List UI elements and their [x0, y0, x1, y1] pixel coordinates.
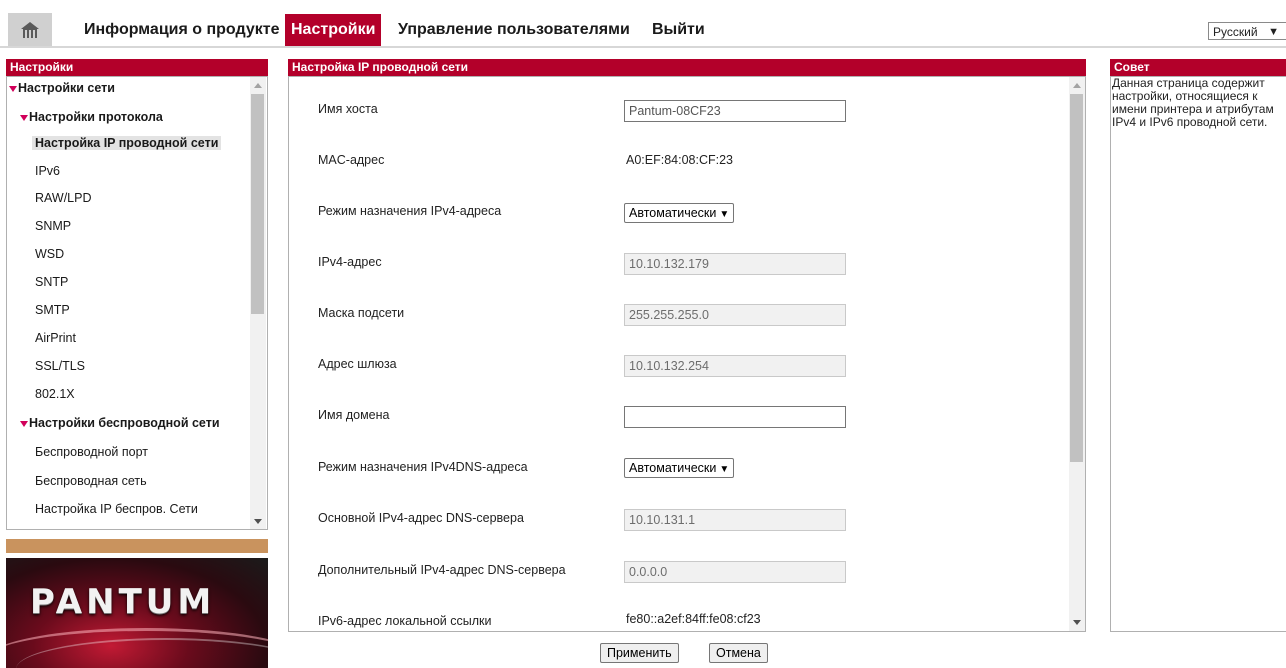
main-panel-title: Настройка IP проводной сети: [288, 59, 1086, 76]
expand-arrow-icon: [9, 85, 17, 92]
tree-item-network-settings[interactable]: Настройки сети: [9, 81, 115, 95]
tree-item-ipv6[interactable]: IPv6: [35, 164, 60, 178]
tree-item-wsd[interactable]: WSD: [35, 247, 64, 261]
tip-panel: [1110, 76, 1286, 632]
mac-address-label: MAC-адрес: [318, 153, 385, 167]
pantum-logo: PANTUM: [6, 558, 268, 668]
tree-item-ssl-tls[interactable]: SSL/TLS: [35, 359, 85, 373]
ipv4-mode-select[interactable]: Автоматически ▼: [624, 203, 735, 223]
ipv4-dns-mode-label: Режим назначения IPv4DNS-адреса: [318, 460, 528, 474]
language-select[interactable]: Русский ▼: [1208, 22, 1286, 40]
tree-item-wireless-ip[interactable]: Настройка IP беспров. Сети: [35, 502, 198, 516]
scroll-up-arrow-icon[interactable]: [254, 83, 262, 88]
gateway-input[interactable]: 10.10.132.254: [624, 355, 846, 377]
ipv4-dns-mode-select-value: Автоматически: [629, 461, 717, 475]
left-panel-title: Настройки: [6, 59, 268, 76]
gateway-label: Адрес шлюза: [318, 357, 397, 371]
secondary-dns-label: Дополнительный IPv4-адрес DNS-сервера: [318, 563, 566, 577]
cancel-button[interactable]: Отмена: [709, 643, 768, 663]
primary-dns-label: Основной IPv4-адрес DNS-сервера: [318, 511, 524, 525]
tree-item-wireless-network[interactable]: Беспроводная сеть: [35, 474, 147, 488]
expand-arrow-icon: [20, 114, 28, 121]
scroll-up-arrow-icon[interactable]: [1073, 83, 1081, 88]
subnet-mask-label: Маска подсети: [318, 306, 405, 320]
nav-divider: [0, 46, 1286, 48]
home-icon: [21, 22, 39, 38]
tree-item-smtp[interactable]: SMTP: [35, 303, 70, 317]
ipv4-mode-label: Режим назначения IPv4-адреса: [318, 204, 502, 218]
secondary-dns-input[interactable]: 0.0.0.0: [624, 561, 846, 583]
logo-divider-bar: [6, 539, 268, 553]
chevron-down-icon: ▼: [719, 209, 730, 220]
tree-item-sntp[interactable]: SNTP: [35, 275, 68, 289]
tree-item-protocol-settings[interactable]: Настройки протокола: [20, 110, 163, 124]
scroll-down-arrow-icon[interactable]: [1073, 620, 1081, 625]
nav-logout[interactable]: Выйти: [646, 14, 711, 46]
top-navigation-bar: Информация о продукте Настройки Управлен…: [0, 6, 1286, 47]
tree-item-label: Настройки протокола: [29, 110, 163, 124]
language-select-value: Русский: [1213, 25, 1258, 39]
primary-dns-input[interactable]: 10.10.131.1: [624, 509, 846, 531]
form-scrollbar-thumb[interactable]: [1070, 94, 1083, 462]
tree-item-label: Настройки беспроводной сети: [29, 416, 220, 430]
ipv4-mode-select-value: Автоматически: [629, 206, 717, 220]
hostname-label: Имя хоста: [318, 102, 378, 116]
tree-item-wireless-settings[interactable]: Настройки беспроводной сети: [20, 416, 220, 430]
hostname-input[interactable]: Pantum-08CF23: [624, 100, 846, 122]
domain-name-input[interactable]: [624, 406, 846, 428]
tree-item-wireless-port[interactable]: Беспроводной порт: [35, 445, 148, 459]
tip-panel-title: Совет: [1110, 59, 1286, 76]
tree-item-airprint[interactable]: AirPrint: [35, 331, 76, 345]
scroll-down-arrow-icon[interactable]: [254, 519, 262, 524]
nav-user-management[interactable]: Управление пользователями: [392, 14, 636, 46]
ipv6-link-local-value: fe80::a2ef:84ff:fe08:cf23: [626, 612, 761, 626]
tree-item-8021x[interactable]: 802.1X: [35, 387, 75, 401]
nav-product-info[interactable]: Информация о продукте: [78, 14, 285, 46]
chevron-down-icon: ▼: [719, 464, 730, 475]
domain-name-label: Имя домена: [318, 408, 390, 422]
tree-item-raw-lpd[interactable]: RAW/LPD: [35, 191, 92, 205]
tree-item-wired-ip[interactable]: Настройка IP проводной сети: [32, 136, 222, 150]
ipv4-address-label: IPv4-адрес: [318, 255, 382, 269]
apply-button[interactable]: Применить: [600, 643, 679, 663]
tree-scrollbar-thumb[interactable]: [251, 94, 264, 314]
tree-item-label: Настройки сети: [18, 81, 115, 95]
tip-text: Данная страница содержит настройки, отно…: [1112, 76, 1274, 129]
tree-item-snmp[interactable]: SNMP: [35, 219, 71, 233]
nav-settings[interactable]: Настройки: [285, 14, 382, 46]
ipv4-address-input[interactable]: 10.10.132.179: [624, 253, 846, 275]
logo-wordmark: PANTUM: [30, 582, 216, 622]
expand-arrow-icon: [20, 420, 28, 427]
subnet-mask-input[interactable]: 255.255.255.0: [624, 304, 846, 326]
ipv6-link-local-label: IPv6-адрес локальной ссылки: [318, 614, 492, 628]
mac-address-value: A0:EF:84:08:CF:23: [626, 153, 734, 167]
ipv4-dns-mode-select[interactable]: Автоматически ▼: [624, 458, 735, 478]
chevron-down-icon: ▼: [1268, 26, 1279, 38]
home-button[interactable]: [8, 13, 52, 47]
